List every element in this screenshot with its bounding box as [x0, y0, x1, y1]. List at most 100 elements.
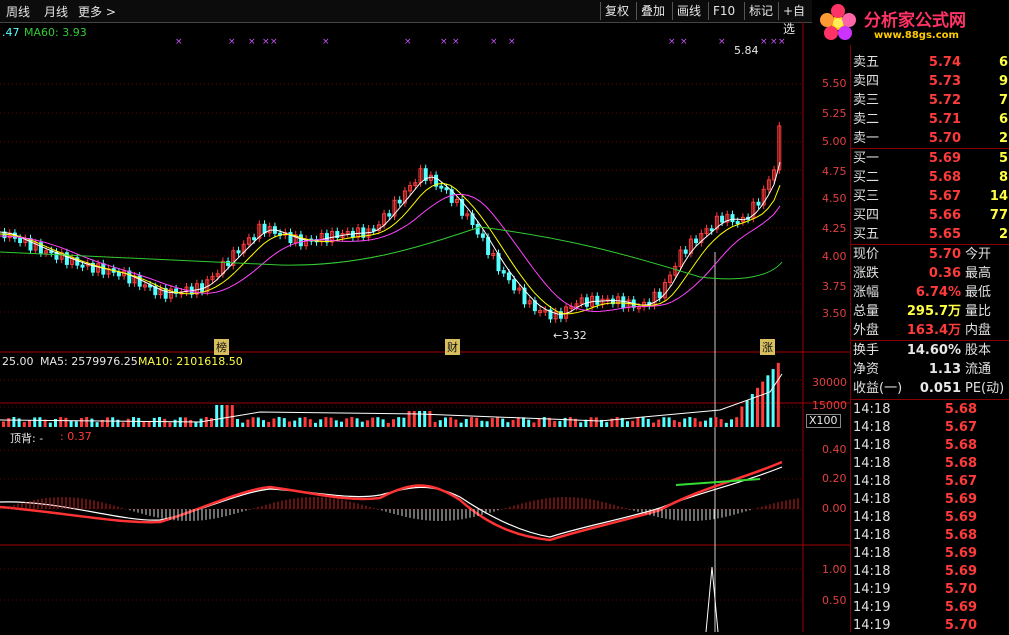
f10-button[interactable]: F10	[708, 2, 739, 20]
indicator-signal-line	[0, 460, 783, 542]
volume-bar	[397, 417, 401, 427]
volume-bar	[267, 421, 271, 427]
mark-button[interactable]: 标记	[744, 2, 777, 20]
volume-bar	[386, 422, 390, 427]
volume-bar	[334, 420, 338, 427]
volume-bar	[298, 417, 302, 427]
volume-bar	[730, 419, 733, 427]
volume-bar	[329, 417, 333, 427]
tick-row: 14:18 5.69	[851, 490, 1009, 509]
price-axis-label: 5.25	[822, 107, 847, 120]
weekly-tab[interactable]: 周线	[6, 3, 30, 20]
stat-row: 换手 14.60% 股本	[853, 343, 992, 358]
volume-bar	[646, 418, 650, 427]
volume-bar	[485, 421, 489, 427]
indicator-axis-040: 0.40	[822, 443, 847, 456]
volume-bar	[506, 422, 510, 427]
quote-row: 涨幅 6.74% 最低	[853, 285, 992, 300]
tick-price: 5.67	[944, 474, 977, 489]
event-marker: ×	[770, 37, 778, 47]
volume-bar	[667, 417, 671, 427]
tick-time: 14:19	[853, 618, 891, 633]
sell-row[interactable]: 卖一 5.70 2	[851, 129, 1009, 148]
volume-bar	[480, 420, 484, 427]
tick-row: 14:18 5.69	[851, 562, 1009, 581]
low-price-label: ←3.32	[553, 329, 587, 342]
event-marker: ×	[668, 37, 676, 47]
monthly-tab[interactable]: 月线	[44, 3, 68, 20]
draw-button[interactable]: 画线	[672, 2, 705, 20]
volume-bar	[355, 418, 359, 427]
kline-chart[interactable]: × × × × × × × × × × × × × × × × ×	[0, 22, 850, 632]
volume-bar	[605, 422, 609, 427]
price-axis-label: 5.00	[822, 135, 847, 148]
tick-time: 14:18	[853, 528, 891, 543]
buy-row[interactable]: 买五 5.65 2	[851, 225, 1009, 244]
volume-bar	[672, 420, 676, 427]
volume-bar	[199, 418, 203, 427]
candle	[397, 199, 402, 204]
volume-bar	[537, 418, 541, 427]
volume-bar	[69, 420, 73, 427]
volume-bar	[553, 420, 557, 427]
volume-axis-15000: 15000	[812, 399, 847, 412]
rank-marker: 榜	[214, 339, 229, 355]
volume-bar	[272, 418, 276, 427]
sell-row[interactable]: 卖四 5.73 9	[851, 72, 1009, 91]
volume-ma5-label: MA5: 2579976.25	[40, 355, 138, 368]
stat-row: 净资 1.13 流通	[853, 362, 992, 377]
adjust-button[interactable]: 复权	[600, 2, 633, 20]
sell-row[interactable]: 卖二 5.71 6	[851, 110, 1009, 129]
volume-bar	[95, 422, 99, 427]
add-favorite-button[interactable]: +自选	[778, 2, 812, 36]
more-menu[interactable]: 更多 >	[78, 3, 116, 20]
volume-bar	[319, 419, 323, 427]
buy-row[interactable]: 买三 5.67 14	[851, 187, 1009, 206]
buy-row[interactable]: 买二 5.68 8	[851, 168, 1009, 187]
volume-bar	[402, 417, 406, 427]
volume-bar	[376, 417, 380, 427]
sell-row[interactable]: 卖五 5.74 6	[851, 53, 1009, 72]
volume-bar	[64, 417, 68, 427]
volume-bar	[470, 417, 473, 427]
sell-row[interactable]: 卖三 5.72 7	[851, 91, 1009, 110]
volume-bar	[657, 419, 661, 427]
volume-bar	[220, 405, 224, 427]
event-marker: ×	[248, 37, 256, 47]
tick-price: 5.69	[944, 546, 977, 561]
tick-time: 14:18	[853, 420, 891, 435]
overlay-button[interactable]: 叠加	[636, 2, 669, 20]
tick-row: 14:18 5.69	[851, 508, 1009, 527]
tick-row: 14:18 5.68	[851, 436, 1009, 455]
volume-bar	[454, 419, 458, 427]
candle	[735, 221, 740, 225]
candle	[756, 201, 761, 206]
volume-bar	[251, 417, 255, 427]
indicator-name: 顶背: -	[10, 432, 44, 445]
volume-bar	[532, 422, 536, 427]
volume-bar	[745, 400, 749, 427]
volume-bar	[771, 369, 775, 427]
volume-bar	[511, 419, 515, 427]
volume-bar	[756, 387, 759, 427]
tick-time: 14:18	[853, 438, 891, 453]
buy-row[interactable]: 买一 5.69 5	[851, 149, 1009, 168]
tick-row: 14:19 5.70	[851, 616, 1009, 635]
volume-bar	[111, 417, 115, 427]
volume-axis-30000: 30000	[812, 376, 847, 389]
volume-bar	[615, 417, 619, 427]
volume-bar	[527, 419, 531, 427]
quote-row: 现价 5.70 今开	[853, 247, 992, 262]
tick-price: 5.70	[944, 582, 977, 597]
volume-bar	[423, 411, 427, 427]
volume-bar	[241, 422, 245, 427]
volume-bar	[693, 418, 697, 427]
volume-bar	[168, 422, 172, 427]
candle	[387, 213, 392, 217]
buy-row[interactable]: 买四 5.66 77	[851, 206, 1009, 225]
volume-bar	[293, 420, 297, 427]
candle	[595, 295, 600, 305]
tick-price: 5.68	[944, 456, 977, 471]
tick-row: 14:19 5.69	[851, 598, 1009, 617]
bottom-axis-050: 0.50	[822, 594, 847, 607]
